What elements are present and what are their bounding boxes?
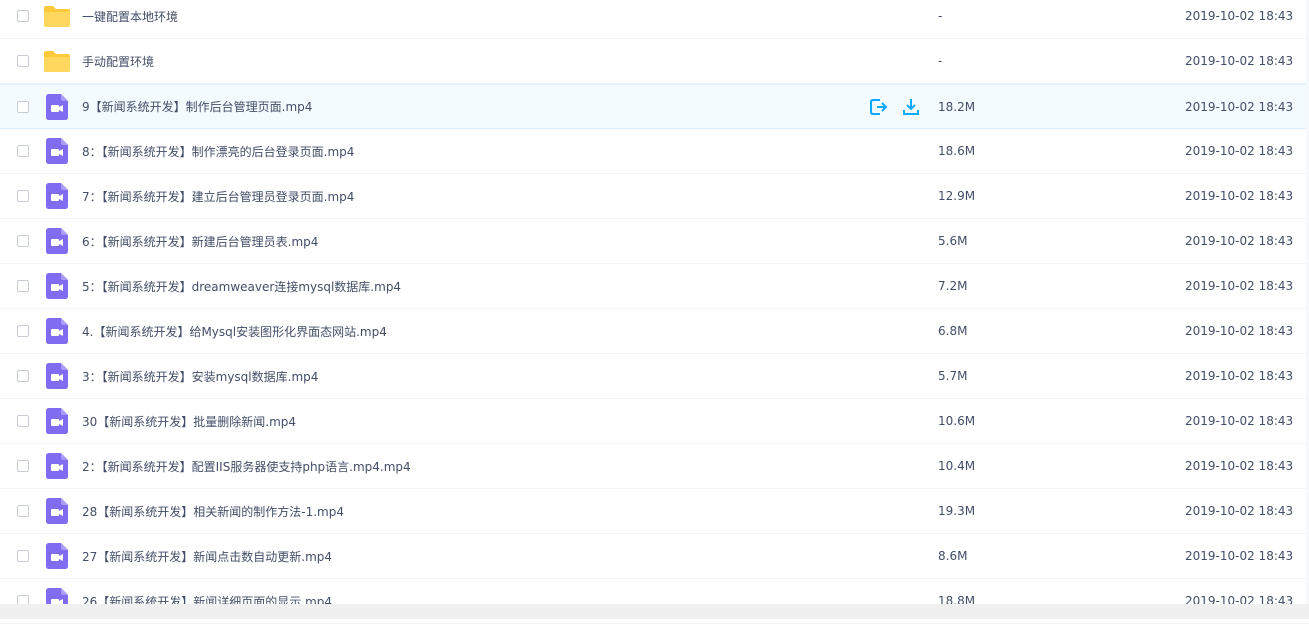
row-checkbox[interactable] (17, 370, 29, 382)
video-file-icon[interactable] (43, 407, 71, 435)
file-row[interactable]: 7：【新闻系统开发】建立后台管理员登录页面.mp4 12.9M 2019-10-02… (0, 174, 1309, 219)
video-file-icon[interactable] (43, 93, 71, 121)
video-file-icon[interactable] (43, 452, 71, 480)
file-date: 2019-10-02 18:43 (1185, 234, 1294, 248)
file-date: 2019-10-02 18:43 (1185, 279, 1294, 293)
file-name-link[interactable]: 8：【新闻系统开发】制作漂亮的后台登录页面.mp4 (82, 143, 354, 160)
download-icon[interactable] (902, 98, 920, 116)
file-row[interactable]: 8：【新闻系统开发】制作漂亮的后台登录页面.mp4 18.6M 2019-10-02… (0, 129, 1309, 174)
row-checkbox[interactable] (17, 100, 29, 113)
file-size: 18.2M (938, 99, 976, 114)
file-row[interactable]: 28【新闻系统开发】相关新闻的制作方法-1.mp4 19.3M 2019-10-02… (0, 489, 1309, 534)
file-size: 7.2M (938, 279, 968, 293)
file-size: 5.6M (938, 234, 968, 248)
video-file-icon[interactable] (43, 182, 71, 210)
file-date: 2019-10-02 18:43 (1185, 189, 1294, 203)
share-icon[interactable] (870, 98, 888, 116)
file-date: 2019-10-02 18:43 (1185, 459, 1294, 473)
video-file-icon[interactable] (43, 137, 71, 165)
row-checkbox[interactable] (17, 235, 29, 247)
file-name-link[interactable]: 4.【新闻系统开发】给Mysql安装图形化界面态网站.mp4 (82, 323, 387, 340)
row-actions (870, 98, 920, 116)
file-name-link[interactable]: 30【新闻系统开发】批量删除新闻.mp4 (82, 413, 296, 430)
row-checkbox[interactable] (17, 415, 29, 427)
file-name-link[interactable]: 3：【新闻系统开发】安装mysql数据库.mp4 (82, 368, 318, 385)
video-file-icon[interactable] (43, 362, 71, 390)
file-row[interactable]: 6：【新闻系统开发】新建后台管理员表.mp4 5.6M 2019-10-02 18:… (0, 219, 1309, 264)
file-size: - (938, 54, 943, 68)
file-row[interactable]: 2：【新闻系统开发】配置IIS服务器使支持php语言.mp4.mp4 10.4M 2… (0, 444, 1309, 489)
file-name-link[interactable]: 27【新闻系统开发】新闻点击数自动更新.mp4 (82, 548, 332, 565)
file-size: 8.6M (938, 549, 968, 563)
file-name-link[interactable]: 一键配置本地环境 (82, 8, 178, 25)
folder-icon[interactable] (43, 47, 71, 75)
file-row[interactable]: 5：【新闻系统开发】dreamweaver连接mysql数据库.mp4 7.2M 2… (0, 264, 1309, 309)
file-date: 2019-10-02 18:43 (1185, 9, 1294, 23)
file-row[interactable]: 4.【新闻系统开发】给Mysql安装图形化界面态网站.mp4 6.8M 2019-1… (0, 309, 1309, 354)
row-checkbox[interactable] (17, 550, 29, 562)
file-list: 一键配置本地环境 - 2019-10-02 18:43 手动配置环境 - 2019-10-… (0, 0, 1309, 624)
file-size: 6.8M (938, 324, 968, 338)
file-row[interactable]: 3：【新闻系统开发】安装mysql数据库.mp4 5.7M 2019-10-02 1… (0, 354, 1309, 399)
video-file-icon[interactable] (43, 542, 71, 570)
folder-icon[interactable] (43, 2, 71, 30)
file-size: 5.7M (938, 369, 968, 383)
file-name-link[interactable]: 6：【新闻系统开发】新建后台管理员表.mp4 (82, 233, 318, 250)
video-file-icon[interactable] (43, 227, 71, 255)
row-checkbox[interactable] (17, 325, 29, 337)
file-name-link[interactable]: 手动配置环境 (82, 53, 154, 70)
horizontal-scrollbar[interactable] (0, 604, 1309, 619)
row-checkbox[interactable] (17, 280, 29, 292)
row-checkbox[interactable] (17, 505, 29, 517)
file-row[interactable]: 27【新闻系统开发】新闻点击数自动更新.mp4 8.6M 2019-10-02 18… (0, 534, 1309, 579)
file-name-link[interactable]: 7：【新闻系统开发】建立后台管理员登录页面.mp4 (82, 188, 354, 205)
file-row[interactable]: 手动配置环境 - 2019-10-02 18:43 (0, 39, 1309, 84)
row-checkbox[interactable] (17, 55, 29, 67)
file-date: 2019-10-02 18:43 (1185, 324, 1294, 338)
file-date: 2019-10-02 18:43 (1185, 54, 1294, 68)
row-checkbox[interactable] (17, 460, 29, 472)
file-name-link[interactable]: 28【新闻系统开发】相关新闻的制作方法-1.mp4 (82, 503, 344, 520)
row-checkbox[interactable] (17, 190, 29, 202)
file-size: 12.9M (938, 189, 976, 203)
file-date: 2019-10-02 18:43 (1185, 144, 1294, 158)
video-file-icon[interactable] (43, 272, 71, 300)
file-size: 10.6M (938, 414, 976, 428)
row-checkbox[interactable] (17, 10, 29, 22)
file-date: 2019-10-02 18:43 (1185, 369, 1294, 383)
file-name-link[interactable]: 9【新闻系统开发】制作后台管理页面.mp4 (82, 98, 312, 115)
file-date: 2019-10-02 18:43 (1185, 504, 1294, 518)
file-date: 2019-10-02 18:43 (1185, 414, 1294, 428)
file-name-link[interactable]: 5：【新闻系统开发】dreamweaver连接mysql数据库.mp4 (82, 278, 401, 295)
file-date: 2019-10-02 18:43 (1185, 99, 1294, 114)
file-size: 19.3M (938, 504, 976, 518)
file-size: 18.6M (938, 144, 976, 158)
video-file-icon[interactable] (43, 317, 71, 345)
file-size: 10.4M (938, 459, 976, 473)
row-checkbox[interactable] (17, 145, 29, 157)
file-row[interactable]: 9【新闻系统开发】制作后台管理页面.mp4 18.2M 2019-10-02 18:… (0, 84, 1309, 129)
video-file-icon[interactable] (43, 497, 71, 525)
file-name-link[interactable]: 2：【新闻系统开发】配置IIS服务器使支持php语言.mp4.mp4 (82, 458, 411, 475)
file-date: 2019-10-02 18:43 (1185, 549, 1294, 563)
file-size: - (938, 9, 943, 23)
file-row[interactable]: 30【新闻系统开发】批量删除新闻.mp4 10.6M 2019-10-02 18:4… (0, 399, 1309, 444)
file-row[interactable]: 一键配置本地环境 - 2019-10-02 18:43 (0, 0, 1309, 39)
